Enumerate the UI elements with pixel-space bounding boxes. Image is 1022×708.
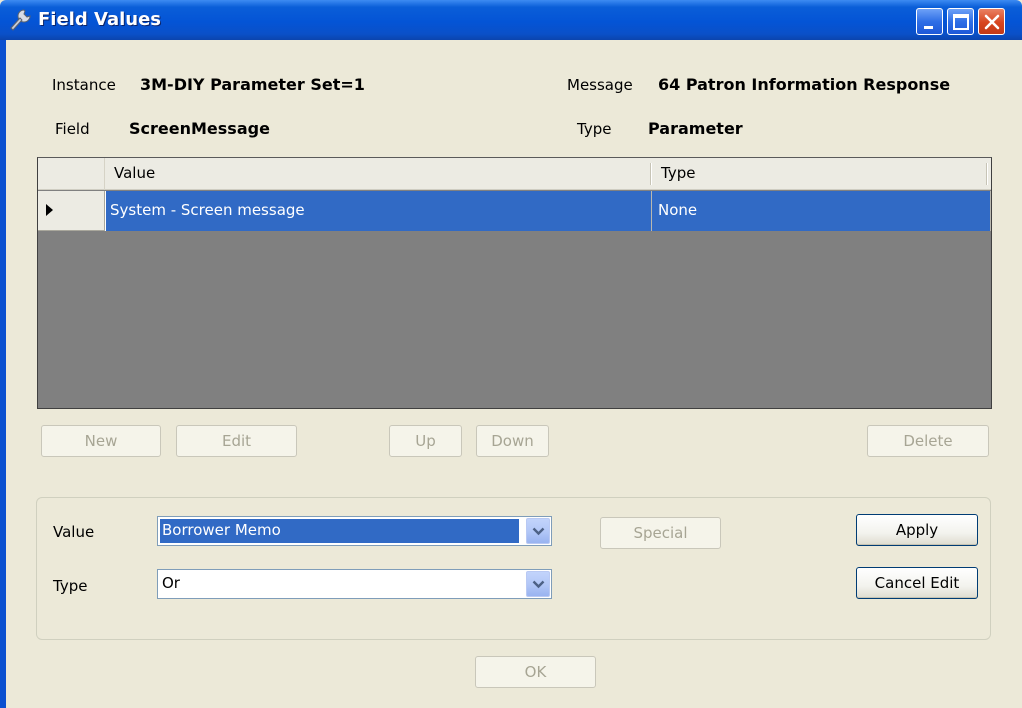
type-label: Type <box>577 120 612 138</box>
window-title: Field Values <box>38 9 161 30</box>
column-separator <box>986 163 988 185</box>
value-dropdown-button[interactable] <box>526 518 550 544</box>
message-label: Message <box>567 76 633 94</box>
apply-button[interactable]: Apply <box>856 514 978 546</box>
grid-corner-cell <box>38 158 105 190</box>
minimize-button[interactable] <box>916 8 943 35</box>
table-row[interactable]: System - Screen message None <box>38 191 991 231</box>
close-button[interactable] <box>978 8 1005 35</box>
cell-value[interactable]: System - Screen message <box>106 191 652 231</box>
type-value: Parameter <box>648 119 743 138</box>
column-header-type[interactable]: Type <box>655 158 695 190</box>
new-button[interactable]: New <box>41 425 161 457</box>
down-button[interactable]: Down <box>476 425 549 457</box>
type-dropdown-button[interactable] <box>526 571 550 597</box>
chevron-down-icon <box>532 580 545 589</box>
type-field-label: Type <box>53 577 88 595</box>
ok-button[interactable]: OK <box>475 656 596 688</box>
cell-type[interactable]: None <box>652 191 991 231</box>
value-label: Value <box>53 523 95 541</box>
message-value: 64 Patron Information Response <box>658 75 951 94</box>
special-button[interactable]: Special <box>600 517 721 549</box>
instance-value: 3M-DIY Parameter Set=1 <box>140 75 365 94</box>
current-row-arrow-icon <box>46 204 53 216</box>
field-label: Field <box>55 120 90 138</box>
edit-button[interactable]: Edit <box>176 425 297 457</box>
type-combobox-text[interactable]: Or <box>160 572 519 596</box>
type-combobox[interactable]: Or <box>157 569 552 599</box>
cancel-edit-button[interactable]: Cancel Edit <box>856 567 978 599</box>
value-combobox[interactable]: Borrower Memo <box>157 516 552 546</box>
field-values-grid[interactable]: Value Type System - Screen message None <box>37 157 992 409</box>
row-header[interactable] <box>38 191 105 231</box>
instance-label: Instance <box>52 76 116 94</box>
wrench-icon <box>8 7 34 33</box>
grid-header: Value Type <box>38 158 991 190</box>
maximize-button[interactable] <box>947 8 974 35</box>
column-separator <box>650 163 652 185</box>
up-button[interactable]: Up <box>389 425 462 457</box>
field-value: ScreenMessage <box>129 119 270 138</box>
title-bar[interactable]: Field Values <box>0 0 1022 40</box>
value-combobox-text[interactable]: Borrower Memo <box>160 519 519 543</box>
column-header-value[interactable]: Value <box>108 158 155 190</box>
window-frame-left <box>0 40 6 708</box>
chevron-down-icon <box>532 527 545 536</box>
delete-button[interactable]: Delete <box>867 425 989 457</box>
